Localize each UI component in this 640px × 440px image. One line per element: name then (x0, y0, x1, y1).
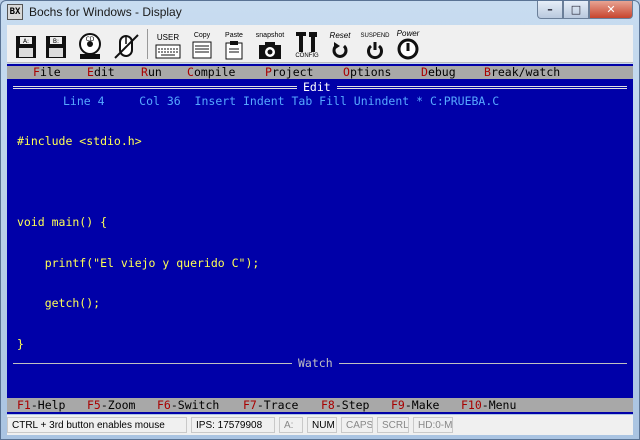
suspend-power-icon (367, 42, 383, 60)
toolbar-separator (147, 29, 148, 59)
emulator-display[interactable]: File Edit Run Compile Project Options De… (7, 64, 633, 414)
menu-break-watch[interactable]: Break/watch (484, 66, 560, 79)
menu-edit[interactable]: Edit (87, 66, 115, 79)
floppy-disk-icon: B: (46, 36, 66, 58)
reset-label: Reset (329, 31, 351, 40)
tools-config-icon (296, 32, 317, 52)
code-line: printf("El viejo y querido C"); (17, 255, 260, 270)
fkey-make[interactable]: F9-Make (391, 398, 439, 412)
menu-file[interactable]: File (33, 66, 61, 79)
fkey-step[interactable]: F8-Step (321, 398, 369, 412)
config-button[interactable]: CONFIG (291, 28, 323, 60)
code-line: void main() { (17, 215, 108, 229)
user-label: USER (156, 33, 180, 42)
paste-button[interactable]: Paste (221, 28, 247, 60)
fkey-help[interactable]: F1-Help (17, 398, 65, 412)
floppy-disk-icon: A: (16, 36, 36, 58)
title-bar[interactable]: BX Bochs for Windows - Display – □ ✕ (1, 1, 639, 23)
config-label: CONFIG (295, 53, 319, 59)
copy-icon (192, 41, 212, 59)
camera-icon (259, 42, 281, 59)
num-lock-indicator: NUM (307, 417, 337, 433)
close-button[interactable]: ✕ (589, 1, 633, 19)
paste-icon (225, 41, 243, 60)
floppy-b-button[interactable]: B: (43, 28, 69, 60)
menu-run[interactable]: Run (141, 66, 162, 79)
keyboard-icon (155, 44, 181, 59)
code-editor[interactable]: #include <stdio.h> ​ void main() { print… (17, 108, 259, 378)
minimize-button[interactable]: – (537, 1, 563, 19)
mouse-icon (114, 34, 139, 59)
menu-compile[interactable]: Compile (187, 66, 235, 79)
mouse-toggle-button[interactable] (111, 28, 141, 60)
cdrom-label: CD (86, 36, 95, 43)
close-icon: ✕ (606, 3, 616, 16)
code-line: ​ (17, 176, 259, 190)
ide-menu-bar: File Edit Run Compile Project Options De… (7, 66, 633, 79)
paste-label: Paste (225, 32, 243, 39)
suspend-button[interactable]: SUSPEND (359, 28, 391, 60)
watch-window-title: Watch (292, 356, 339, 370)
cdrom-button[interactable]: CD (75, 28, 105, 60)
mouse-hint: CTRL + 3rd button enables mouse (7, 417, 187, 433)
reset-button[interactable]: Reset (325, 28, 355, 60)
hard-disk-indicator: HD:0-M (413, 417, 453, 433)
floppy-a-label: A: (23, 38, 29, 45)
emulator-status-bar: CTRL + 3rd button enables mouse IPS: 175… (7, 415, 633, 435)
editor-status-line: Line 4 Col 36 Insert Indent Tab Fill Uni… (63, 94, 500, 108)
copy-label: Copy (193, 32, 211, 39)
menu-project[interactable]: Project (265, 66, 313, 79)
reset-icon (332, 42, 348, 58)
edit-window-title: Edit (297, 80, 337, 94)
power-label: Power (396, 29, 420, 38)
power-button[interactable]: Power (393, 28, 423, 60)
fkey-menu[interactable]: F10-Menu (461, 398, 516, 412)
bochs-window: BX Bochs for Windows - Display – □ ✕ A: … (0, 0, 640, 440)
maximize-icon: □ (570, 3, 582, 16)
cdrom-icon: CD (79, 33, 101, 59)
code-line: } (17, 336, 24, 351)
floppy-a-button[interactable]: A: (13, 28, 39, 60)
drive-a-indicator: A: (279, 417, 303, 433)
ips-counter: IPS: 17579908 (191, 417, 275, 433)
suspend-label: SUSPEND (360, 33, 390, 39)
fkey-switch[interactable]: F6-Switch (157, 398, 219, 412)
code-line: #include <stdio.h> (17, 134, 142, 148)
caps-lock-indicator: CAPS (341, 417, 373, 433)
window-title: Bochs for Windows - Display (29, 5, 182, 19)
snapshot-button[interactable]: snapshot (253, 28, 287, 60)
menu-options[interactable]: Options (343, 66, 391, 79)
copy-button[interactable]: Copy (189, 28, 215, 60)
floppy-b-label: B: (53, 38, 59, 45)
menu-debug[interactable]: Debug (421, 66, 456, 79)
bochs-app-icon[interactable]: BX (7, 4, 23, 20)
fkey-zoom[interactable]: F5-Zoom (87, 398, 135, 412)
scroll-lock-indicator: SCRL (377, 417, 409, 433)
code-line: getch(); (17, 296, 101, 310)
maximize-button[interactable]: □ (563, 1, 589, 19)
fkey-trace[interactable]: F7-Trace (243, 398, 298, 412)
minimize-icon: – (547, 3, 553, 16)
power-icon (397, 38, 419, 60)
function-key-bar: F1-Help F5-Zoom F6-Switch F7-Trace F8-St… (7, 398, 633, 412)
bochs-toolbar: A: B: CD USER Copy Paste snapshot CONFIG… (7, 25, 633, 63)
user-button[interactable]: USER (153, 28, 183, 60)
snapshot-label: snapshot (255, 32, 285, 39)
